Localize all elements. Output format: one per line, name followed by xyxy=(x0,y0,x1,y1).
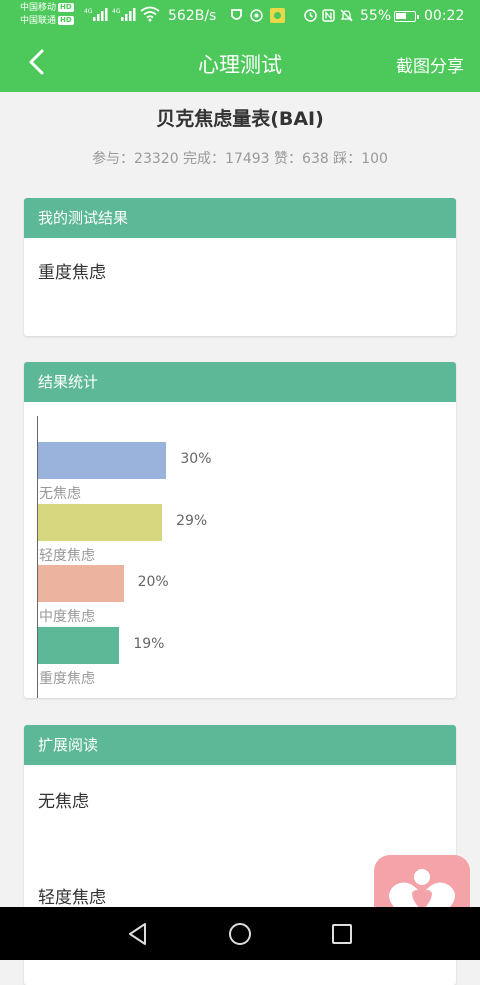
chart-bar xyxy=(38,442,167,479)
result-bar-chart: 30% 无焦虑 29% 轻度焦虑 20% 中度焦虑 19% 重度焦虑 xyxy=(24,402,456,698)
battery-percent: 55% xyxy=(360,8,392,24)
my-result-value: 重度焦虑 xyxy=(38,263,106,283)
net-type-label-1: 4G xyxy=(84,8,93,15)
home-circle-icon[interactable] xyxy=(227,921,253,947)
back-triangle-icon[interactable] xyxy=(125,921,151,947)
test-title: 贝克焦虑量表(BAI) xyxy=(156,108,324,130)
app-navbar: 心理测试 截图分享 xyxy=(0,32,480,92)
chart-value-label: 20% xyxy=(137,574,169,590)
net-type-label-2: 4G xyxy=(112,8,121,15)
chart-value-label: 29% xyxy=(176,512,208,529)
network-speed: 562B/s xyxy=(168,8,217,24)
app-badge-icon xyxy=(270,8,285,23)
screenshot-share-button[interactable]: 截图分享 xyxy=(396,52,464,77)
status-bar: 中国移动 HD 中国联通 HD 4G 4G 562B/s 55% 00:22 xyxy=(0,0,480,32)
my-result-card: 我的测试结果 重度焦虑 xyxy=(24,198,456,336)
chart-category-label: 无焦虑 xyxy=(39,486,81,502)
carrier-1: 中国移动 xyxy=(20,3,57,13)
signal-icon-2: 4G xyxy=(112,8,136,21)
chart-bar xyxy=(38,503,163,541)
reading-item[interactable]: 轻度焦虑 xyxy=(38,883,106,908)
result-stats-header: 结果统计 xyxy=(24,362,456,402)
app-notification-icon xyxy=(250,9,263,22)
chart-category-label: 中度焦虑 xyxy=(39,609,95,625)
test-stats: 参与：23320 完成：17493 赞：638 踩：100 xyxy=(92,151,388,167)
chart-category-label: 轻度焦虑 xyxy=(39,547,95,564)
reading-item[interactable]: 无焦虑 xyxy=(38,787,89,812)
battery-icon xyxy=(394,11,419,22)
clock: 00:22 xyxy=(424,8,465,24)
extended-reading-header: 扩展阅读 xyxy=(24,725,456,765)
hd-badge-2: HD xyxy=(58,16,74,25)
carrier-info: 中国移动 HD 中国联通 HD xyxy=(20,2,74,28)
mute-icon xyxy=(340,9,353,22)
system-navigation-bar xyxy=(0,907,480,960)
shield-app-icon xyxy=(231,9,242,20)
nfc-icon xyxy=(322,9,335,22)
wifi-icon xyxy=(140,6,160,22)
result-stats-card: 结果统计 30% 无焦虑 29% 轻度焦虑 20% 中度焦虑 19% 重度焦虑 xyxy=(24,362,456,698)
alarm-icon xyxy=(304,9,317,22)
chart-value-label: 30% xyxy=(180,451,212,467)
signal-icon-1: 4G xyxy=(84,8,108,21)
chart-bar xyxy=(38,565,124,602)
chart-category-label: 重度焦虑 xyxy=(39,670,95,687)
chart-bar xyxy=(38,626,120,664)
my-result-header: 我的测试结果 xyxy=(24,198,456,238)
hd-badge-1: HD xyxy=(58,3,74,12)
carrier-2: 中国联通 xyxy=(20,16,57,26)
chart-value-label: 19% xyxy=(133,635,165,652)
recent-apps-icon[interactable] xyxy=(329,921,355,947)
